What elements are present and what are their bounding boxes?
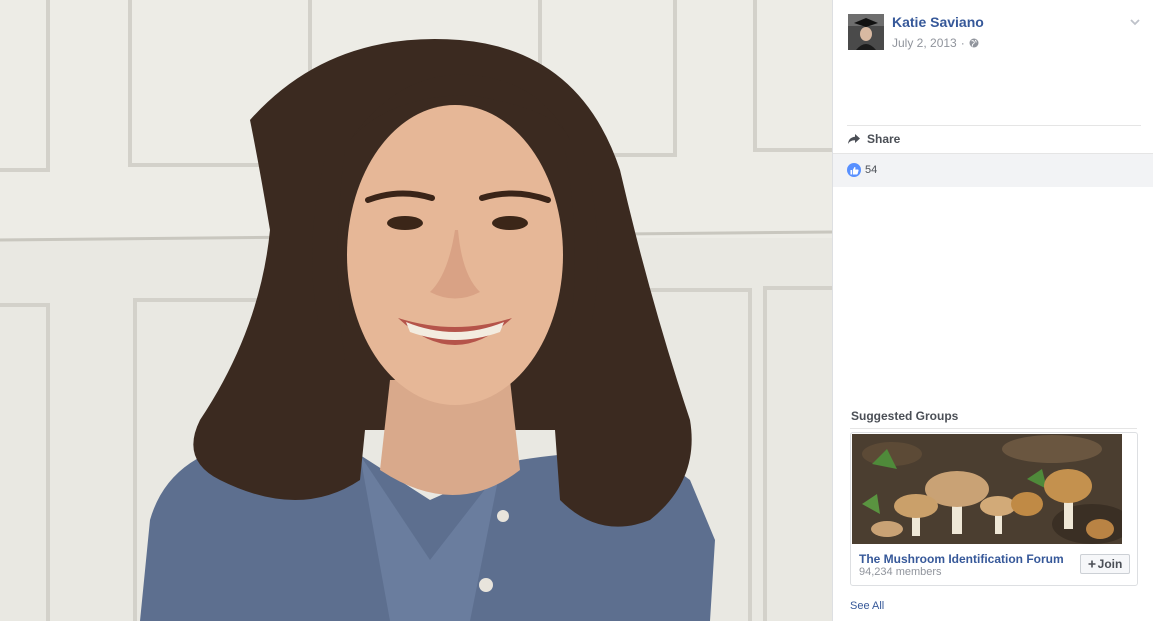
share-label: Share [867, 132, 901, 146]
plus-icon [1088, 560, 1096, 568]
actions-divider [847, 125, 1141, 126]
suggested-groups-heading: Suggested Groups [851, 409, 959, 423]
author-name-link[interactable]: Katie Saviano [892, 14, 984, 30]
join-label: Join [1097, 557, 1123, 571]
join-group-button[interactable]: Join [1080, 554, 1130, 574]
like-count: 54 [865, 164, 878, 176]
author-avatar[interactable] [848, 14, 884, 50]
avatar-image [848, 14, 884, 50]
reactions-bar: 54 [833, 153, 1153, 187]
share-arrow-icon [848, 134, 860, 144]
share-button[interactable]: Share [847, 131, 900, 147]
see-all-link[interactable]: See All [850, 600, 884, 612]
post-sidebar: Katie Saviano July 2, 2013 · Share 54 Su… [832, 0, 1153, 621]
portrait-photo-image [0, 0, 832, 621]
globe-icon[interactable] [969, 38, 979, 48]
suggested-groups-divider [850, 428, 1137, 429]
meta-separator: · [960, 36, 965, 50]
post-date[interactable]: July 2, 2013 [892, 36, 957, 50]
group-name-link[interactable]: The Mushroom Identification Forum [859, 552, 1064, 566]
thumbs-up-icon [847, 163, 861, 177]
group-cover-image[interactable] [852, 434, 1122, 544]
group-member-count: 94,234 members [859, 566, 942, 578]
group-card: The Mushroom Identification Forum 94,234… [850, 432, 1138, 586]
mushroom-photo-image [852, 434, 1122, 544]
chevron-down-icon[interactable] [1129, 16, 1141, 28]
post-meta: July 2, 2013 · [892, 36, 979, 50]
post-photo[interactable] [0, 0, 832, 621]
reactions-summary[interactable]: 54 [847, 163, 877, 177]
